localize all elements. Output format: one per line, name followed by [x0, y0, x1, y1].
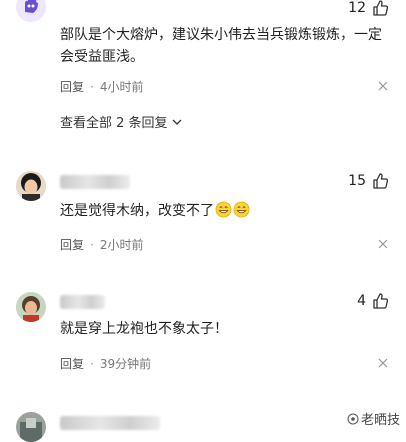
like-button[interactable]: 12 [348, 0, 388, 16]
avatar[interactable] [16, 0, 46, 22]
like-count: 4 [357, 293, 366, 309]
comment-meta: 回复 · 39分钟前 [60, 355, 151, 372]
thumbs-up-icon [373, 173, 388, 189]
like-count: 15 [348, 173, 366, 189]
view-all-label: 查看全部 2 条回复 [60, 116, 168, 131]
separator-dot: · [90, 237, 94, 252]
reply-button[interactable]: 回复 [60, 78, 84, 95]
comment-3: 4 就是穿上龙袍也不象太子！ 回复 · 39分钟前 [0, 284, 406, 384]
comment-text: 还是觉得木纳，改变不了 [60, 203, 214, 219]
view-all-replies[interactable]: 查看全部 2 条回复 [60, 112, 183, 131]
thumbs-up-icon [373, 0, 388, 16]
like-count: 12 [348, 0, 366, 16]
like-button[interactable]: 4 [357, 293, 388, 309]
comment-meta: 回复 · 4小时前 [60, 78, 143, 95]
comment-2: 15 还是觉得木纳，改变不了 回复 · 2小时前 [0, 165, 406, 265]
comment-text: 就是穿上龙袍也不象太子！ [60, 321, 228, 337]
chevron-down-icon [172, 119, 182, 125]
timestamp: 39分钟前 [99, 357, 152, 371]
comment-1: 12 部队是个大熔炉，建议朱小伟去当兵锻炼锻炼，一定会受益匪浅。 回复 · 4小… [0, 0, 406, 150]
username-blurred [60, 295, 105, 309]
comment-text: 部队是个大熔炉，建议朱小伟去当兵锻炼锻炼，一定会受益匪浅。 [60, 27, 382, 65]
timestamp: 2小时前 [99, 238, 144, 252]
reply-button[interactable]: 回复 [60, 355, 84, 372]
reply-button[interactable]: 回复 [60, 236, 84, 253]
like-button[interactable]: 15 [348, 173, 388, 189]
close-icon[interactable] [378, 358, 388, 370]
close-icon[interactable] [378, 239, 388, 251]
avatar[interactable] [16, 292, 46, 322]
avatar[interactable] [16, 412, 46, 442]
comment-meta: 回复 · 2小时前 [60, 236, 143, 253]
thumbs-up-icon [373, 293, 388, 309]
watermark-text: 老晒技 [360, 413, 400, 428]
timestamp: 4小时前 [99, 80, 144, 94]
comment-text-row: 还是觉得木纳，改变不了 [60, 200, 390, 222]
username-blurred [60, 175, 130, 189]
separator-dot: · [90, 79, 94, 94]
grinning-face-icon [215, 201, 232, 218]
avatar[interactable] [16, 171, 46, 201]
username-blurred [60, 416, 160, 430]
comment-4 [0, 404, 406, 442]
watermark: 老晒技 [347, 409, 400, 428]
watermark-logo-icon [347, 413, 359, 424]
grinning-face-icon [233, 201, 250, 218]
close-icon[interactable] [378, 81, 388, 93]
separator-dot: · [90, 356, 94, 371]
